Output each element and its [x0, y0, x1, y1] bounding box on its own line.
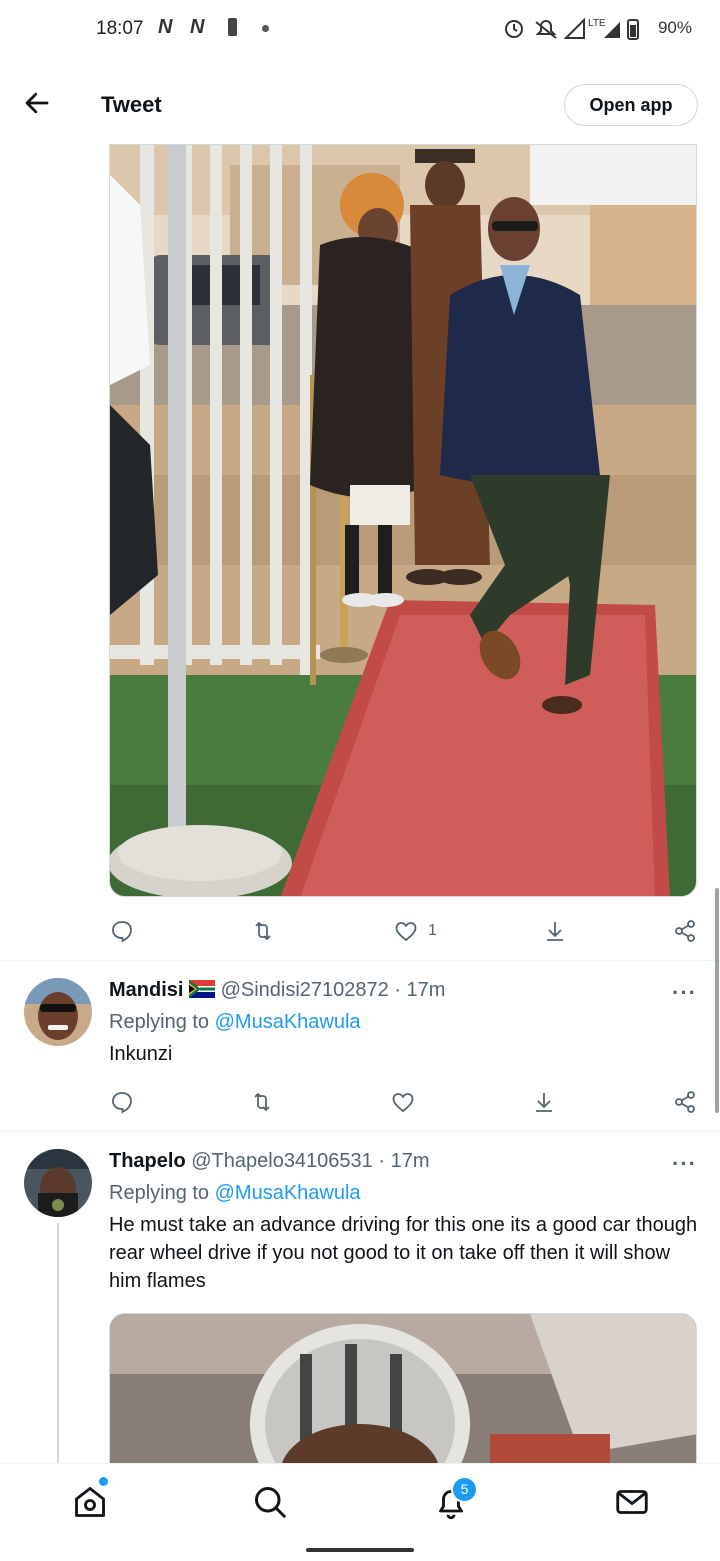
replying-to: Replying to @MusaKhawula [109, 1182, 361, 1205]
reply-button[interactable] [110, 1084, 134, 1120]
notification-n-icon: N [158, 16, 173, 38]
retweet-button[interactable] [250, 1084, 274, 1120]
bottom-navigation: 5 [0, 1463, 720, 1561]
mail-icon[interactable] [614, 1484, 650, 1520]
tweet-actions: 1 [0, 913, 720, 953]
reply-photo[interactable] [109, 1313, 697, 1473]
retweet-icon [254, 1092, 270, 1112]
reply-author-handle[interactable]: @Thapelo34106531 · 17m [191, 1150, 429, 1172]
share-network-icon [675, 920, 695, 942]
replying-to-label: Replying to [109, 1011, 215, 1033]
avatar[interactable] [24, 978, 92, 1046]
notifications-badge: 5 [451, 1476, 478, 1503]
share-network-icon [675, 1091, 695, 1113]
heart-icon [395, 922, 417, 942]
reply-tweet[interactable]: Mandisi @Sindisi27102872 · 17m ··· Reply… [0, 960, 720, 1130]
reply-icon [112, 1092, 132, 1114]
share-network-button[interactable] [673, 1084, 697, 1120]
open-app-button[interactable]: Open app [564, 84, 698, 126]
mention-link[interactable]: @MusaKhawula [215, 1011, 361, 1033]
tweet-photo[interactable] [109, 144, 697, 897]
network-type: LTE [588, 18, 606, 29]
like-button[interactable] [391, 1084, 415, 1120]
arrow-left-icon[interactable] [22, 88, 52, 118]
reply-text: He must take an advance driving for this… [109, 1214, 698, 1292]
like-count: 1 [428, 922, 437, 939]
avatar[interactable] [24, 1149, 92, 1217]
reply-button[interactable] [110, 913, 134, 949]
dot-icon [262, 25, 269, 32]
mention-link[interactable]: @MusaKhawula [215, 1182, 361, 1204]
gesture-bar[interactable] [306, 1548, 414, 1552]
reply-text: Inkunzi [109, 1043, 173, 1065]
battery-percent: 90% [657, 18, 692, 37]
home-icon[interactable] [72, 1484, 108, 1520]
replying-to: Replying to @MusaKhawula [109, 1011, 361, 1034]
reply-author-name[interactable]: Mandisi [109, 979, 183, 1001]
header-bar: Tweet Open app [0, 70, 720, 144]
reply-header: Mandisi @Sindisi27102872 · 17m [109, 979, 445, 1002]
page-title: Tweet [101, 92, 162, 117]
more-options-button[interactable]: ··· [672, 1151, 697, 1177]
battery-small-icon [228, 18, 237, 36]
status-bar: 18:07 N N LTE 90% [0, 0, 720, 60]
like-button[interactable]: 1 [394, 913, 437, 949]
heart-icon [392, 1093, 414, 1113]
share-button[interactable] [532, 1084, 556, 1120]
scrollbar[interactable] [715, 888, 719, 1113]
status-icons: LTE [505, 17, 639, 40]
replying-to-label: Replying to [109, 1182, 215, 1204]
retweet-icon [255, 921, 271, 941]
share-icon [547, 922, 563, 941]
reply-author-name[interactable]: Thapelo [109, 1150, 186, 1172]
home-unread-dot [99, 1477, 108, 1486]
thread-line [57, 1223, 59, 1463]
reply-header: Thapelo @Thapelo34106531 · 17m [109, 1150, 429, 1173]
status-time: 18:07 [96, 18, 144, 39]
reply-author-handle[interactable]: @Sindisi27102872 · 17m [221, 979, 446, 1001]
retweet-button[interactable] [251, 913, 275, 949]
share-network-button[interactable] [673, 913, 697, 949]
notification-n-icon: N [190, 16, 205, 38]
south-africa-flag-icon [189, 980, 216, 998]
search-icon[interactable] [252, 1484, 288, 1520]
reply-actions [0, 1084, 720, 1124]
reply-icon [112, 921, 132, 943]
more-options-button[interactable]: ··· [672, 980, 697, 1006]
share-button[interactable] [543, 913, 567, 949]
share-icon [536, 1093, 552, 1112]
